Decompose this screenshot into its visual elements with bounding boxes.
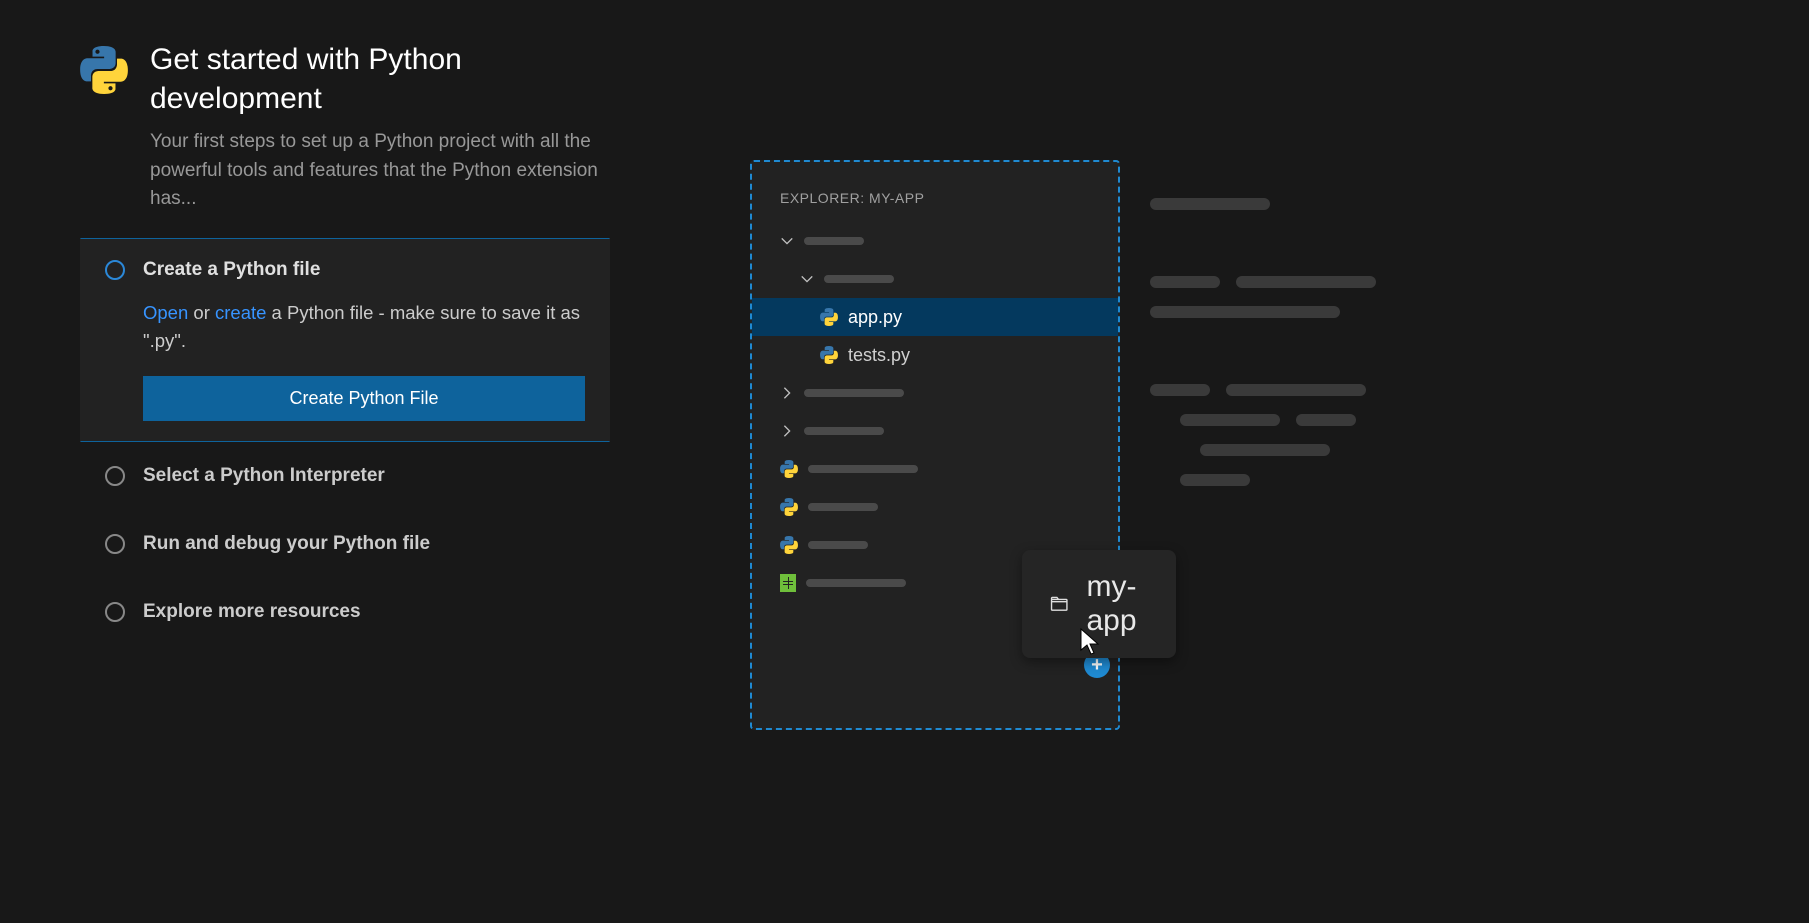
tree-file-row-selected: app.py xyxy=(752,298,1118,336)
step-title: Run and debug your Python file xyxy=(143,533,430,555)
step-create-file[interactable]: Create a Python file Open or create a Py… xyxy=(80,238,610,442)
tree-folder-row xyxy=(752,374,1118,412)
step-run-debug[interactable]: Run and debug your Python file xyxy=(80,510,610,578)
tree-folder-row xyxy=(752,412,1118,450)
chevron-down-icon xyxy=(780,234,794,248)
tree-folder-row xyxy=(752,260,1118,298)
tree-file-row xyxy=(752,450,1118,488)
python-logo-icon xyxy=(80,46,128,214)
illustration-panel: EXPLORER: MY-APP app.py xyxy=(750,160,1510,730)
python-file-icon xyxy=(780,460,798,478)
spreadsheet-file-icon xyxy=(780,574,796,592)
page-subtitle: Your first steps to set up a Python proj… xyxy=(150,128,610,214)
create-python-file-button[interactable]: Create Python File xyxy=(143,376,585,421)
chevron-right-icon xyxy=(780,424,794,438)
step-status-circle-icon xyxy=(105,466,125,486)
step-status-circle-icon xyxy=(105,260,125,280)
folder-icon xyxy=(1050,589,1068,619)
chevron-down-icon xyxy=(800,272,814,286)
create-link[interactable]: create xyxy=(215,302,266,323)
step-title: Create a Python file xyxy=(143,259,320,281)
step-title: Explore more resources xyxy=(143,601,361,623)
tree-file-row xyxy=(752,488,1118,526)
step-title: Select a Python Interpreter xyxy=(143,465,385,487)
tree-folder-row xyxy=(752,222,1118,260)
step-description: Open or create a Python file - make sure… xyxy=(143,299,585,356)
step-explore-resources[interactable]: Explore more resources xyxy=(80,578,610,646)
code-placeholder-lines xyxy=(1150,198,1376,486)
python-file-icon xyxy=(820,346,838,364)
chevron-right-icon xyxy=(780,386,794,400)
explorer-frame: EXPLORER: MY-APP app.py xyxy=(750,160,1120,730)
explorer-label: EXPLORER: MY-APP xyxy=(752,190,1118,206)
open-link[interactable]: Open xyxy=(143,302,188,323)
step-select-interpreter[interactable]: Select a Python Interpreter xyxy=(80,442,610,510)
python-file-icon xyxy=(780,498,798,516)
page-title: Get started with Python development xyxy=(150,40,610,118)
step-status-circle-icon xyxy=(105,534,125,554)
step-status-circle-icon xyxy=(105,602,125,622)
steps-list: Create a Python file Open or create a Py… xyxy=(80,238,610,646)
tree-file-row: tests.py xyxy=(752,336,1118,374)
python-file-icon xyxy=(780,536,798,554)
file-name: app.py xyxy=(848,307,902,328)
python-file-icon xyxy=(820,308,838,326)
cursor-icon xyxy=(1080,628,1102,656)
file-name: tests.py xyxy=(848,345,910,366)
